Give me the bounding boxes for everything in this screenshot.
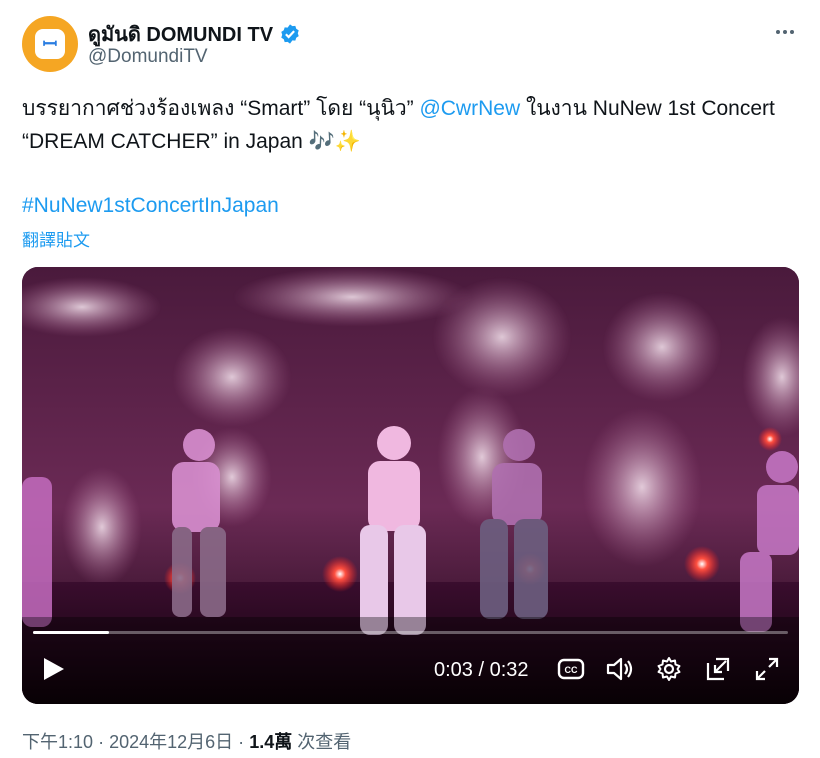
play-button[interactable] xyxy=(38,653,68,685)
more-options-icon[interactable] xyxy=(770,20,800,44)
tweet-meta: 下午1:10 · 2024年12月6日 · 1.4萬 次查看 xyxy=(22,728,351,754)
video-progress-track[interactable] xyxy=(33,631,788,634)
captions-button[interactable]: CC xyxy=(555,653,587,685)
captions-icon: CC xyxy=(557,658,585,680)
views-count: 1.4萬 xyxy=(249,732,293,752)
hashtag-link[interactable]: #NuNew1stConcertInJapan xyxy=(22,194,279,217)
logo-icon: ꟷ xyxy=(35,29,65,59)
video-time-display: 0:03 / 0:32 xyxy=(434,659,529,681)
volume-button[interactable] xyxy=(604,653,636,685)
meta-separator: · xyxy=(238,732,245,752)
music-sparkle-emoji: 🎶✨ xyxy=(308,130,361,153)
video-frame xyxy=(22,267,799,704)
avatar[interactable]: ꟷ xyxy=(22,16,78,72)
settings-button[interactable] xyxy=(653,653,685,685)
video-player[interactable]: 0:03 / 0:32 CC xyxy=(22,267,799,704)
tweet-time[interactable]: 下午1:10 xyxy=(22,732,93,752)
mention-link[interactable]: @CwrNew xyxy=(419,97,520,120)
docked-player-button[interactable] xyxy=(702,653,734,685)
tweet-text: บรรยากาศช่วงร้องเพลง “Smart” โดย “นุนิว”… xyxy=(22,92,802,158)
fullscreen-button[interactable] xyxy=(751,653,783,685)
tweet-date[interactable]: 2024年12月6日 xyxy=(109,732,233,752)
tweet-header: ꟷ ดูมันดิ DOMUNDI TV @DomundiTV xyxy=(22,16,806,72)
volume-icon xyxy=(606,657,633,681)
user-handle[interactable]: @DomundiTV xyxy=(88,46,208,68)
views-label: 次查看 xyxy=(297,732,352,752)
video-progress-fill xyxy=(33,631,109,634)
svg-text:CC: CC xyxy=(565,665,578,675)
video-controls: 0:03 / 0:32 CC xyxy=(22,645,799,701)
fullscreen-icon xyxy=(755,657,779,681)
verified-badge-icon xyxy=(281,24,299,44)
meta-separator: · xyxy=(98,732,105,752)
tweet-text-part1: บรรยากาศช่วงร้องเพลง “Smart” โดย “นุนิว” xyxy=(22,97,420,120)
gear-icon xyxy=(657,657,681,681)
translate-post-link[interactable]: 翻譯貼文 xyxy=(22,226,90,251)
dock-icon xyxy=(706,657,730,681)
play-icon xyxy=(44,658,64,680)
